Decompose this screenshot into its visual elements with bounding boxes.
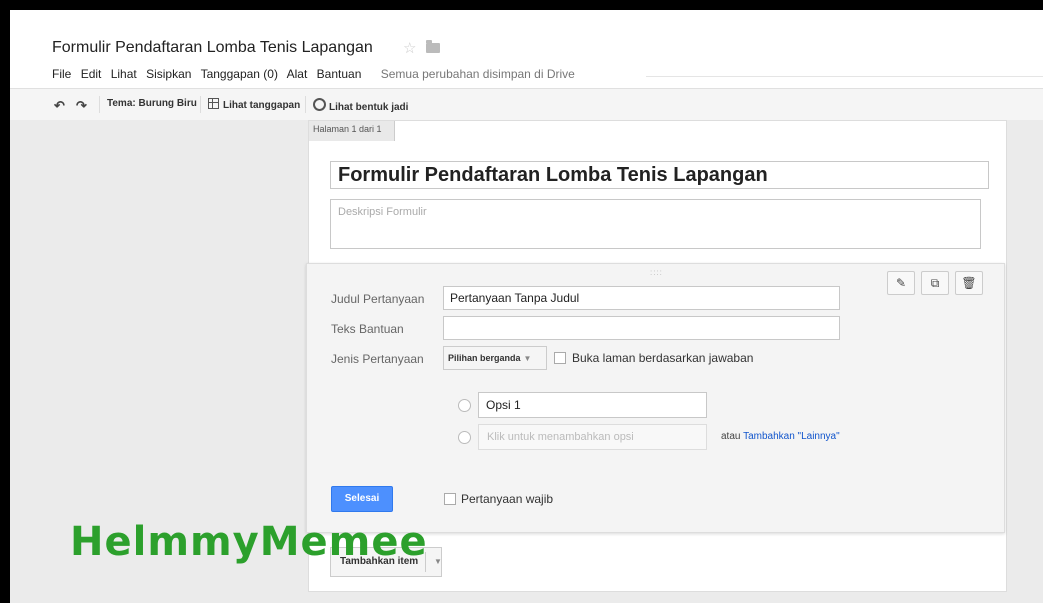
header: Formulir Pendaftaran Lomba Tenis Lapanga… [10, 10, 1043, 88]
view-live-form-button[interactable]: Lihat bentuk jadi [313, 98, 408, 113]
menu-help[interactable]: Bantuan [317, 67, 362, 81]
question-title-label: Judul Pertanyaan [331, 292, 425, 306]
view-responses-button[interactable]: Lihat tanggapan [208, 98, 300, 111]
question-type-label: Jenis Pertanyaan [331, 352, 424, 366]
menu-insert[interactable]: Sisipkan [146, 67, 191, 81]
question-editor: :::: ✎ ⧉ 🗑 Judul Pertanyaan Pertanyaan T… [306, 263, 1005, 533]
divider [646, 76, 1043, 77]
question-type-value: Pilihan berganda [448, 353, 521, 363]
star-icon[interactable]: ☆ [403, 39, 416, 57]
view-responses-label: Lihat tanggapan [223, 100, 301, 111]
page-tab: Halaman 1 dari 1 [309, 121, 395, 141]
toolbar: ↶ ↷ Tema: Burung Biru Lihat tanggapan Li… [10, 88, 1043, 121]
toolbar-divider [305, 96, 306, 113]
required-checkbox[interactable] [444, 493, 456, 505]
toolbar-divider [99, 96, 100, 113]
delete-button[interactable]: 🗑 [955, 271, 983, 295]
app-window: Formulir Pendaftaran Lomba Tenis Lapanga… [10, 10, 1043, 603]
add-option-input[interactable]: Klik untuk menambahkan opsi [478, 424, 707, 450]
drag-handle[interactable]: :::: [650, 268, 663, 277]
help-text-input[interactable] [443, 316, 840, 340]
required-label: Pertanyaan wajib [461, 492, 554, 506]
save-status: Semua perubahan disimpan di Drive [380, 67, 575, 81]
folder-icon[interactable] [426, 40, 440, 53]
goto-page-checkbox[interactable] [554, 352, 566, 364]
question-type-select[interactable]: Pilihan berganda ▼ [443, 346, 547, 370]
menu-bar: File Edit Lihat Sisipkan Tanggapan (0) A… [52, 67, 581, 81]
document-title[interactable]: Formulir Pendaftaran Lomba Tenis Lapanga… [52, 39, 373, 57]
option-radio [458, 399, 471, 412]
add-option-radio [458, 431, 471, 444]
menu-responses[interactable]: Tanggapan (0) [201, 67, 278, 81]
chevron-down-icon[interactable]: ▼ [434, 548, 442, 576]
live-form-icon [313, 98, 326, 111]
menu-tools[interactable]: Alat [287, 67, 308, 81]
add-other-link[interactable]: Tambahkan "Lainnya" [743, 431, 840, 442]
menu-edit[interactable]: Edit [81, 67, 102, 81]
edit-button[interactable]: ✎ [887, 271, 915, 295]
goto-page-label: Buka laman berdasarkan jawaban [572, 351, 754, 365]
form-title-input[interactable]: Formulir Pendaftaran Lomba Tenis Lapanga… [330, 161, 989, 189]
pencil-icon: ✎ [895, 276, 907, 290]
undo-icon[interactable]: ↶ [54, 98, 65, 114]
redo-icon[interactable]: ↷ [76, 98, 87, 114]
form-description-input[interactable]: Deskripsi Formulir [330, 199, 981, 249]
duplicate-icon: ⧉ [930, 276, 940, 290]
watermark-text: HelmmyMemee [70, 519, 428, 565]
done-button[interactable]: Selesai [331, 486, 393, 512]
toolbar-divider [200, 96, 201, 113]
view-live-form-label: Lihat bentuk jadi [329, 102, 409, 113]
or-label: atau [721, 431, 744, 442]
add-other-text: atau Tambahkan "Lainnya" [721, 431, 840, 442]
help-text-label: Teks Bantuan [331, 322, 404, 336]
theme-button[interactable]: Tema: Burung Biru [107, 98, 197, 109]
question-title-input[interactable]: Pertanyaan Tanpa Judul [443, 286, 840, 310]
table-icon [208, 98, 219, 109]
menu-view[interactable]: Lihat [111, 67, 137, 81]
option-1-input[interactable]: Opsi 1 [478, 392, 707, 418]
chevron-down-icon: ▼ [523, 354, 532, 363]
duplicate-button[interactable]: ⧉ [921, 271, 949, 295]
menu-file[interactable]: File [52, 67, 71, 81]
trash-icon: 🗑 [961, 276, 977, 290]
